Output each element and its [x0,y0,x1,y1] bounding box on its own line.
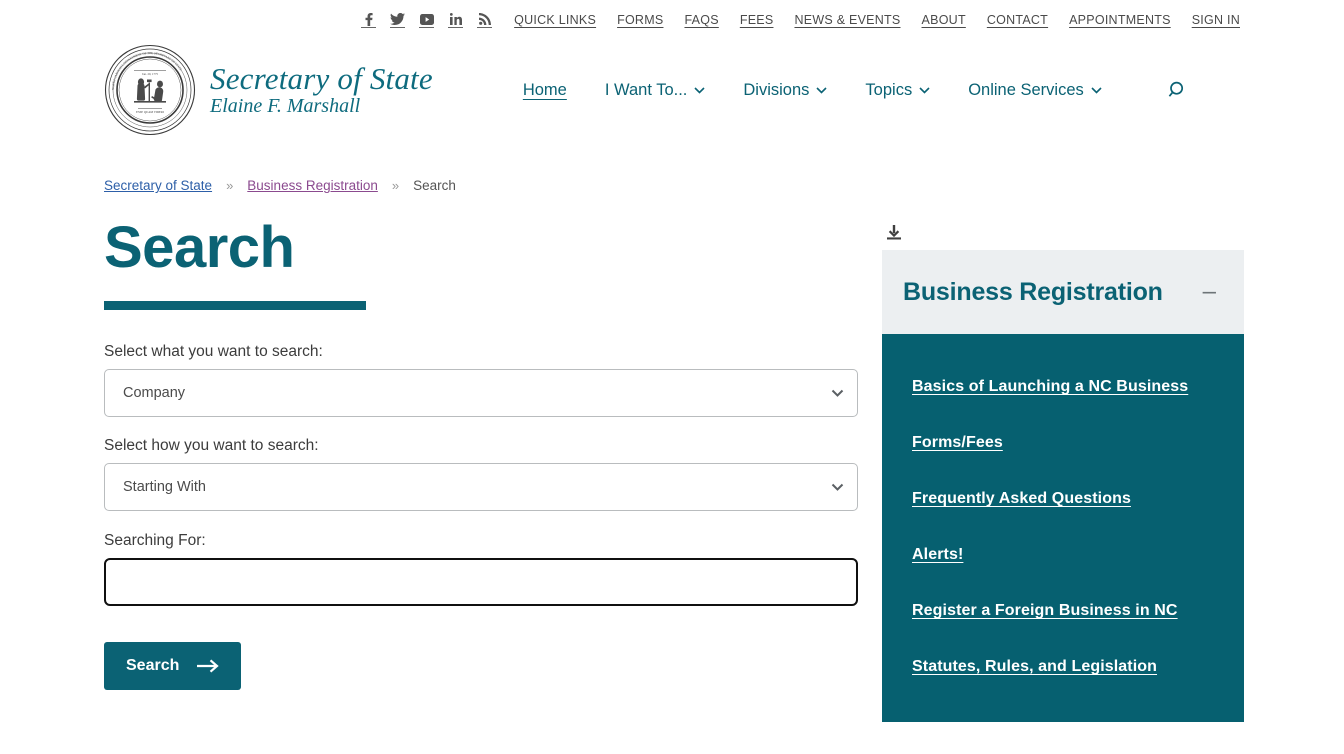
sidebar-link-forms-fees[interactable]: Forms/Fees [912,434,1244,452]
breadcrumb-separator: » [226,178,234,193]
chevron-down-icon [694,86,705,94]
select-wrapper-what: Company [104,369,858,417]
sidebar-panel-body: Basics of Launching a NC Business Forms/… [882,334,1244,722]
search-submit-button[interactable]: Search [104,642,242,690]
search-what-select[interactable]: Company [104,369,858,417]
field-search-term: Searching For: [103,532,880,607]
rss-icon[interactable] [477,12,493,28]
facebook-icon[interactable] [361,12,377,28]
nav-item-label: I Want To... [604,80,688,99]
social-links [361,12,493,28]
utility-link-forms[interactable]: FORMS [617,13,663,27]
nav-item-i-want-to[interactable]: I Want To... [605,81,706,100]
search-icon[interactable] [1168,80,1188,100]
search-term-input[interactable] [103,557,859,607]
breadcrumb-item-secretary-of-state[interactable]: Secretary of State [104,178,212,193]
arrow-right-icon [197,659,220,673]
nav-item-label: Online Services [968,80,1084,99]
utility-link-quick-links[interactable]: QUICK LINKS [514,13,596,27]
sidebar-panel-title: Business Registration [903,277,1163,306]
sidebar-panel-header[interactable]: Business Registration – [882,250,1244,334]
youtube-icon[interactable] [419,12,435,28]
nav-item-divisions[interactable]: Divisions [743,81,827,100]
main-navigation: Home I Want To... Divisions Topics Onlin… [523,80,1188,100]
utility-link-faqs[interactable]: FAQS [684,13,718,27]
sidebar-link-faq[interactable]: Frequently Asked Questions [912,490,1244,508]
label-search-what: Select what you want to search: [104,343,323,360]
search-form: Select what you want to search: Company … [103,343,880,690]
breadcrumb-separator: » [391,178,400,193]
chevron-down-icon [1091,86,1102,94]
chevron-down-icon [816,86,827,94]
brand-text: Secretary of State Elaine F. Marshall [210,60,433,118]
field-search-what: Select what you want to search: Company [104,343,880,417]
nav-item-label: Home [522,80,567,99]
title-underline-rule [104,301,366,310]
download-icon[interactable] [887,225,901,240]
breadcrumb-item-business-registration[interactable]: Business Registration [247,178,378,193]
site-brand[interactable]: NORTH CAROLINA DEPARTMENT OF THE SECRETA… [104,44,433,136]
state-seal-logo: NORTH CAROLINA DEPARTMENT OF THE SECRETA… [104,44,196,136]
brand-subtitle: Elaine F. Marshall [210,95,361,118]
twitter-icon[interactable] [390,12,406,28]
chevron-down-icon [919,86,930,94]
utility-link-news-events[interactable]: NEWS & EVENTS [794,13,900,27]
utility-link-fees[interactable]: FEES [740,13,774,27]
sidebar-link-register-foreign-business[interactable]: Register a Foreign Business in NC [912,602,1244,620]
sidebar: Business Registration – Basics of Launch… [882,219,1244,722]
brand-title: Secretary of State [210,60,433,96]
utility-bar: QUICK LINKS FORMS FAQS FEES NEWS & EVENT… [0,0,1344,40]
search-submit-label: Search [126,657,180,674]
breadcrumb: Secretary of State » Business Registrati… [0,178,1344,193]
page-title: Search [104,215,295,280]
nav-item-home[interactable]: Home [523,81,567,100]
search-how-select[interactable]: Starting With [104,463,858,511]
field-search-how: Select how you want to search: Starting … [104,437,880,511]
sidebar-link-alerts[interactable]: Alerts! [912,546,1244,564]
label-search-how: Select how you want to search: [104,437,319,454]
page-content: Search Select what you want to search: C… [0,219,1344,722]
sidebar-link-basics-of-launching[interactable]: Basics of Launching a NC Business [912,378,1244,396]
utility-link-about[interactable]: ABOUT [922,13,966,27]
nav-item-online-services[interactable]: Online Services [968,81,1102,100]
utility-links: QUICK LINKS FORMS FAQS FEES NEWS & EVENT… [514,13,1240,27]
main-column: Search Select what you want to search: C… [103,215,880,722]
site-header: NORTH CAROLINA DEPARTMENT OF THE SECRETA… [0,40,1344,140]
nav-item-label: Divisions [743,80,810,99]
collapse-minus-icon[interactable]: – [1203,280,1216,304]
utility-link-appointments[interactable]: APPOINTMENTS [1069,13,1171,27]
sidebar-link-statutes-rules-legislation[interactable]: Statutes, Rules, and Legislation [912,658,1244,676]
nav-item-topics[interactable]: Topics [865,81,930,100]
svg-text:ESSE QUAM VIDERI: ESSE QUAM VIDERI [136,110,164,114]
breadcrumb-item-current: Search [413,178,456,193]
utility-link-contact[interactable]: CONTACT [987,13,1048,27]
utility-link-sign-in[interactable]: SIGN IN [1192,13,1240,27]
nav-item-label: Topics [865,80,913,99]
select-wrapper-how: Starting With [104,463,858,511]
linkedin-icon[interactable] [448,12,464,28]
label-search-term: Searching For: [104,532,206,549]
